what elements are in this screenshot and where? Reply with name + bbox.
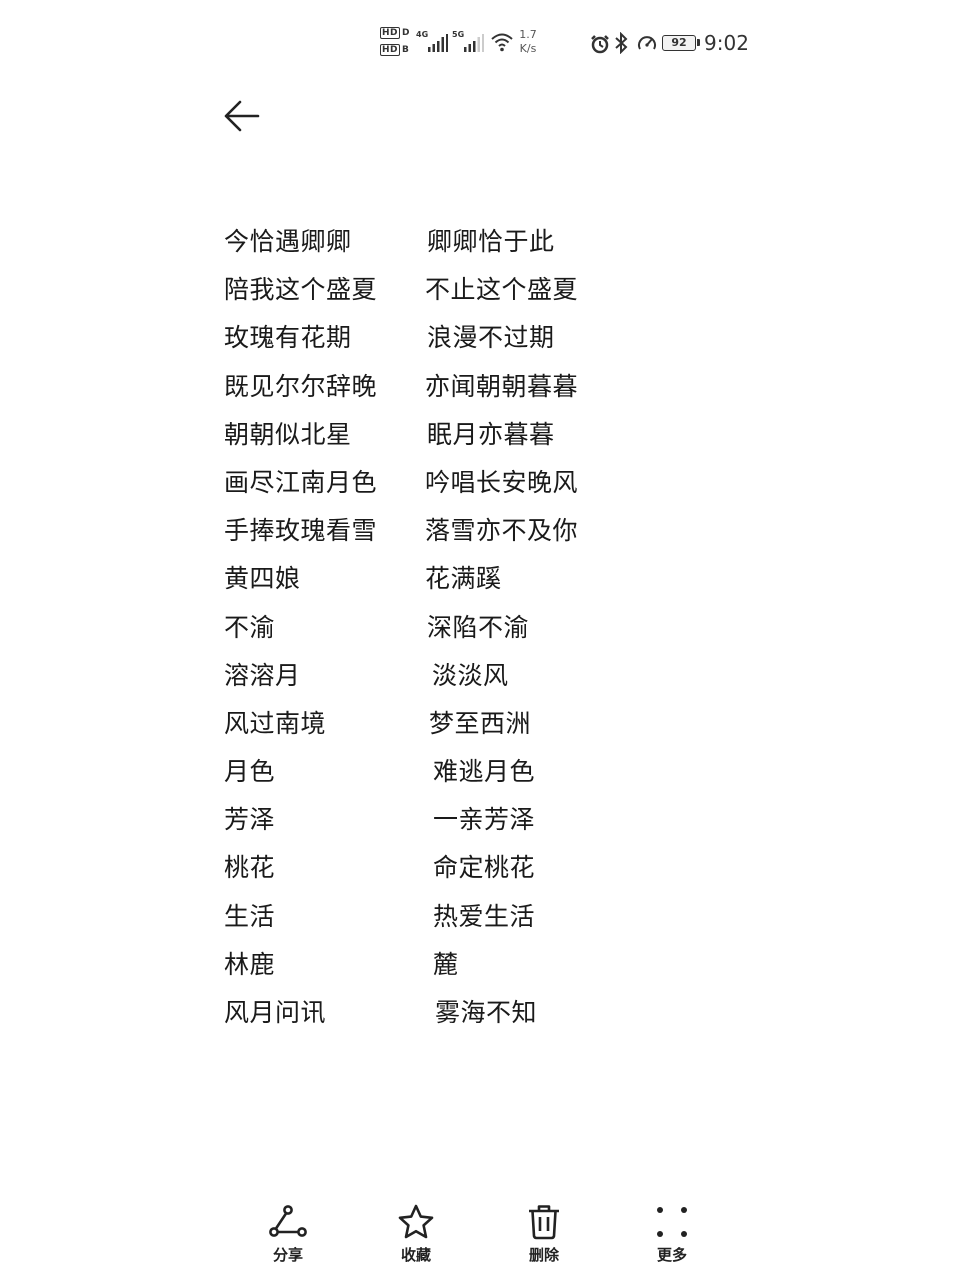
network-speed: 1.7 K/s <box>519 28 537 55</box>
poem-line-right: 雾海不知 <box>435 998 538 1027</box>
delete-button[interactable]: 删除 <box>504 1200 584 1270</box>
poem-line: 陪我这个盛夏 不止这个盛夏 <box>224 266 704 314</box>
poem-line: 月色 难逃月色 <box>224 748 704 796</box>
poem-line-left: 林鹿 <box>224 949 276 979</box>
alarm-icon <box>591 35 609 54</box>
poem-line: 手捧玫瑰看雪 落雪亦不及你 <box>224 507 704 555</box>
poem-line: 溶溶月 淡淡风 <box>224 652 704 700</box>
poem-line-right: 麓 <box>433 949 459 979</box>
battery-indicator: 92 <box>662 35 700 51</box>
signal-4g: 4G <box>416 30 450 52</box>
poem-line-right: 吟唱长安晚风 <box>425 467 579 497</box>
hd-badge-2: HD B <box>380 44 410 56</box>
trash-icon <box>529 1205 559 1240</box>
share-label: 分享 <box>272 1246 303 1264</box>
poem-line-right: 眠月亦暮暮 <box>427 419 555 449</box>
arrow-left-icon <box>224 100 260 132</box>
poem-line: 林鹿 麓 <box>224 941 704 989</box>
status-time: 9:02 <box>704 31 749 55</box>
poem-line-left: 风过南境 <box>224 708 327 738</box>
poem-line-left: 芳泽 <box>224 805 276 835</box>
poem-line: 玫瑰有花期 浪漫不过期 <box>224 314 704 362</box>
poem-line-left: 月色 <box>224 757 276 787</box>
poem-line: 生活 热爱生活 <box>224 893 704 941</box>
more-button[interactable]: 更多 <box>632 1200 712 1270</box>
delete-label: 删除 <box>528 1246 559 1264</box>
star-icon <box>398 1204 434 1239</box>
poem-line: 不渝 深陷不渝 <box>224 604 704 652</box>
back-button[interactable] <box>222 96 266 136</box>
share-button[interactable]: 分享 <box>248 1200 328 1270</box>
poem-line-left: 手捧玫瑰看雪 <box>224 516 378 546</box>
note-screen: HD D HD B 4G 5G 1.7 K/s 92 9:02 今恰遇卿卿 卿卿… <box>0 0 960 1280</box>
poem-line-right: 热爱生活 <box>433 901 536 931</box>
bluetooth-icon <box>615 32 628 54</box>
poem-line-left: 玫瑰有花期 <box>224 323 352 353</box>
hd-badge-1: HD D <box>380 27 410 39</box>
poem-line-left: 今恰遇卿卿 <box>224 227 352 256</box>
poem-line-right: 不止这个盛夏 <box>425 275 579 305</box>
poem-line-right: 落雪亦不及你 <box>425 516 579 546</box>
bottom-toolbar: 分享 收藏 删除 更多 <box>224 1200 736 1270</box>
poem-line: 风月问讯 雾海不知 <box>224 989 704 1037</box>
poem-line: 桃花 命定桃花 <box>224 844 704 892</box>
note-content: 今恰遇卿卿 卿卿恰于此 陪我这个盛夏 不止这个盛夏 玫瑰有花期 浪漫不过期 既见尔尔辞… <box>224 218 704 1037</box>
favorite-button[interactable]: 收藏 <box>376 1200 456 1270</box>
poem-line-left: 黄四娘 <box>224 564 301 594</box>
hd-indicators: HD D HD B <box>380 27 414 62</box>
poem-line-right: 深陷不渝 <box>427 612 530 642</box>
poem-line-left: 溶溶月 <box>224 660 301 690</box>
poem-line: 既见尔尔辞晚 亦闻朝朝暮暮 <box>224 363 704 411</box>
poem-line-left: 陪我这个盛夏 <box>224 275 378 305</box>
favorite-label: 收藏 <box>400 1246 431 1264</box>
more-label: 更多 <box>656 1246 687 1264</box>
more-icon <box>657 1207 687 1237</box>
poem-line-left: 生活 <box>224 901 276 931</box>
poem-line-right: 浪漫不过期 <box>427 323 555 353</box>
poem-line-left: 既见尔尔辞晚 <box>224 371 378 401</box>
poem-line: 黄四娘 花满蹊 <box>224 555 704 603</box>
status-bar: HD D HD B 4G 5G 1.7 K/s 92 9:02 <box>380 24 760 64</box>
signal-5g: 5G <box>452 30 486 52</box>
signal-bars-icon <box>464 34 484 52</box>
poem-line-left: 桃花 <box>224 853 276 883</box>
poem-line: 朝朝似北星 眠月亦暮暮 <box>224 411 704 459</box>
poem-line-right: 梦至西洲 <box>429 708 532 738</box>
poem-line: 今恰遇卿卿 卿卿恰于此 <box>224 218 704 266</box>
poem-line-right: 亦闻朝朝暮暮 <box>425 371 579 401</box>
poem-line-left: 朝朝似北星 <box>224 419 352 449</box>
poem-line: 芳泽 一亲芳泽 <box>224 796 704 844</box>
poem-line-left: 画尽江南月色 <box>224 467 378 497</box>
poem-line-left: 风月问讯 <box>224 998 327 1027</box>
poem-line-right: 花满蹊 <box>425 564 502 594</box>
performance-icon <box>638 36 656 50</box>
poem-line-right: 命定桃花 <box>433 853 536 883</box>
poem-line-left: 不渝 <box>224 612 276 642</box>
poem-line-right: 卿卿恰于此 <box>427 227 555 256</box>
poem-line-right: 难逃月色 <box>433 757 536 787</box>
wifi-icon <box>491 33 513 52</box>
poem-line-right: 淡淡风 <box>432 660 509 690</box>
poem-line: 画尽江南月色 吟唱长安晚风 <box>224 459 704 507</box>
share-icon <box>269 1205 307 1237</box>
signal-bars-icon <box>428 34 448 52</box>
poem-line-right: 一亲芳泽 <box>433 805 536 835</box>
poem-line: 风过南境 梦至西洲 <box>224 700 704 748</box>
